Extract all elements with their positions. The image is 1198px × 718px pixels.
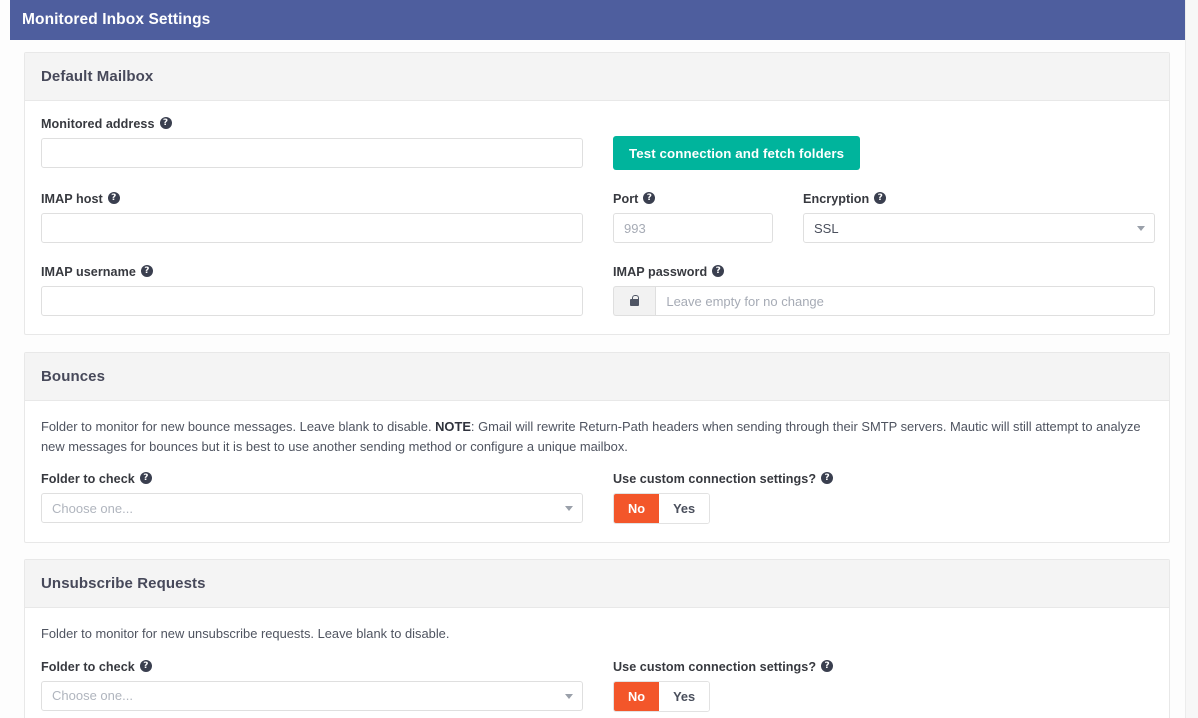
port-input[interactable] — [613, 213, 773, 243]
help-icon[interactable]: ? — [108, 192, 120, 204]
page-title: Monitored Inbox Settings — [22, 11, 210, 29]
bounces-folder-select[interactable]: Choose one... — [41, 493, 583, 523]
spacer — [583, 117, 613, 170]
monitored-address-input[interactable] — [41, 138, 583, 168]
field-bounces-custom-settings: Use custom connection settings? ? No Yes — [613, 472, 1153, 524]
label-imap-password-text: IMAP password — [613, 265, 707, 279]
row-imap-host: IMAP host ? Port ? Encryption — [41, 192, 1153, 243]
chevron-down-icon — [565, 694, 573, 699]
encryption-select-value: SSL — [814, 221, 839, 236]
row-unsubscribe-options: Folder to check ? Choose one... Use cust… — [41, 660, 1153, 712]
imap-host-input[interactable] — [41, 213, 583, 243]
help-icon[interactable]: ? — [874, 192, 886, 204]
help-icon[interactable]: ? — [140, 472, 152, 484]
panel-unsubscribe-title: Unsubscribe Requests — [41, 575, 206, 592]
bounces-folder-select-value: Choose one... — [52, 501, 133, 516]
row-bounces-options: Folder to check ? Choose one... Use cust… — [41, 472, 1153, 524]
panel-default-mailbox: Default Mailbox Monitored address ? Test… — [24, 52, 1170, 335]
help-icon[interactable]: ? — [821, 660, 833, 672]
row-monitored-address: Monitored address ? Test connection and … — [41, 117, 1153, 170]
field-unsubscribe-custom-settings: Use custom connection settings? ? No Yes — [613, 660, 1153, 712]
help-icon[interactable]: ? — [140, 660, 152, 672]
bounces-description: Folder to monitor for new bounce message… — [41, 417, 1153, 456]
panel-bounces-body: Folder to monitor for new bounce message… — [25, 401, 1169, 542]
label-monitored-address-text: Monitored address — [41, 117, 155, 131]
unsubscribe-description: Folder to monitor for new unsubscribe re… — [41, 624, 1153, 644]
panel-default-mailbox-title: Default Mailbox — [41, 68, 153, 85]
field-encryption: Encryption ? SSL — [803, 192, 1155, 243]
lock-icon — [613, 286, 655, 316]
bounces-description-part1: Folder to monitor for new bounce message… — [41, 419, 435, 434]
bounces-toggle-yes[interactable]: Yes — [659, 494, 709, 523]
field-unsubscribe-folder: Folder to check ? Choose one... — [41, 660, 583, 712]
label-port-text: Port — [613, 192, 638, 206]
label-bounces-custom-settings-text: Use custom connection settings? — [613, 472, 816, 486]
unsubscribe-toggle-yes[interactable]: Yes — [659, 682, 709, 711]
test-connection-wrapper: Test connection and fetch folders — [613, 117, 1153, 170]
label-bounces-custom-settings: Use custom connection settings? ? — [613, 472, 1153, 486]
help-icon[interactable]: ? — [643, 192, 655, 204]
unsubscribe-custom-settings-toggle: No Yes — [613, 681, 710, 712]
label-encryption: Encryption ? — [803, 192, 1155, 206]
panel-unsubscribe-heading: Unsubscribe Requests — [25, 560, 1169, 608]
panel-default-mailbox-heading: Default Mailbox — [25, 53, 1169, 101]
panel-unsubscribe-requests: Unsubscribe Requests Folder to monitor f… — [24, 559, 1170, 718]
page-scrollbar[interactable] — [1185, 0, 1198, 718]
spacer — [773, 192, 803, 243]
help-icon[interactable]: ? — [712, 265, 724, 277]
field-imap-username: IMAP username ? — [41, 265, 583, 316]
chevron-down-icon — [1137, 226, 1145, 231]
panel-default-mailbox-body: Monitored address ? Test connection and … — [25, 101, 1169, 334]
help-icon[interactable]: ? — [160, 117, 172, 129]
spacer — [583, 660, 613, 712]
label-bounces-folder-text: Folder to check — [41, 472, 135, 486]
field-port: Port ? — [613, 192, 773, 243]
imap-password-input[interactable] — [655, 286, 1155, 316]
spacer — [583, 192, 613, 243]
help-icon[interactable]: ? — [821, 472, 833, 484]
label-imap-password: IMAP password ? — [613, 265, 1155, 279]
settings-page: Monitored Inbox Settings Default Mailbox… — [0, 0, 1198, 718]
label-unsubscribe-folder: Folder to check ? — [41, 660, 583, 674]
unsubscribe-folder-select[interactable]: Choose one... — [41, 681, 583, 711]
label-bounces-folder: Folder to check ? — [41, 472, 583, 486]
label-imap-host-text: IMAP host — [41, 192, 103, 206]
bounces-custom-settings-toggle: No Yes — [613, 493, 710, 524]
panel-bounces-title: Bounces — [41, 368, 105, 385]
field-imap-host: IMAP host ? — [41, 192, 583, 243]
chevron-down-icon — [565, 506, 573, 511]
label-imap-host: IMAP host ? — [41, 192, 583, 206]
label-imap-username: IMAP username ? — [41, 265, 583, 279]
label-unsubscribe-custom-settings: Use custom connection settings? ? — [613, 660, 1153, 674]
label-port: Port ? — [613, 192, 773, 206]
field-bounces-folder: Folder to check ? Choose one... — [41, 472, 583, 524]
label-unsubscribe-custom-settings-text: Use custom connection settings? — [613, 660, 816, 674]
window-title-bar: Monitored Inbox Settings — [10, 0, 1185, 40]
imap-password-group — [613, 286, 1155, 316]
test-connection-button[interactable]: Test connection and fetch folders — [613, 136, 860, 170]
imap-username-input[interactable] — [41, 286, 583, 316]
panel-bounces-heading: Bounces — [25, 353, 1169, 401]
unsubscribe-toggle-no[interactable]: No — [614, 682, 659, 711]
panel-bounces: Bounces Folder to monitor for new bounce… — [24, 352, 1170, 543]
unsubscribe-folder-select-value: Choose one... — [52, 688, 133, 703]
spacer — [583, 265, 613, 316]
encryption-select[interactable]: SSL — [803, 213, 1155, 243]
label-monitored-address: Monitored address ? — [41, 117, 583, 131]
bounces-description-note: NOTE — [435, 419, 471, 434]
bounces-toggle-no[interactable]: No — [614, 494, 659, 523]
panel-unsubscribe-body: Folder to monitor for new unsubscribe re… — [25, 608, 1169, 718]
help-icon[interactable]: ? — [141, 265, 153, 277]
row-imap-credentials: IMAP username ? IMAP password ? — [41, 265, 1153, 316]
label-imap-username-text: IMAP username — [41, 265, 136, 279]
spacer — [583, 472, 613, 524]
field-monitored-address: Monitored address ? — [41, 117, 583, 170]
label-encryption-text: Encryption — [803, 192, 869, 206]
label-unsubscribe-folder-text: Folder to check — [41, 660, 135, 674]
field-imap-password: IMAP password ? — [613, 265, 1155, 316]
